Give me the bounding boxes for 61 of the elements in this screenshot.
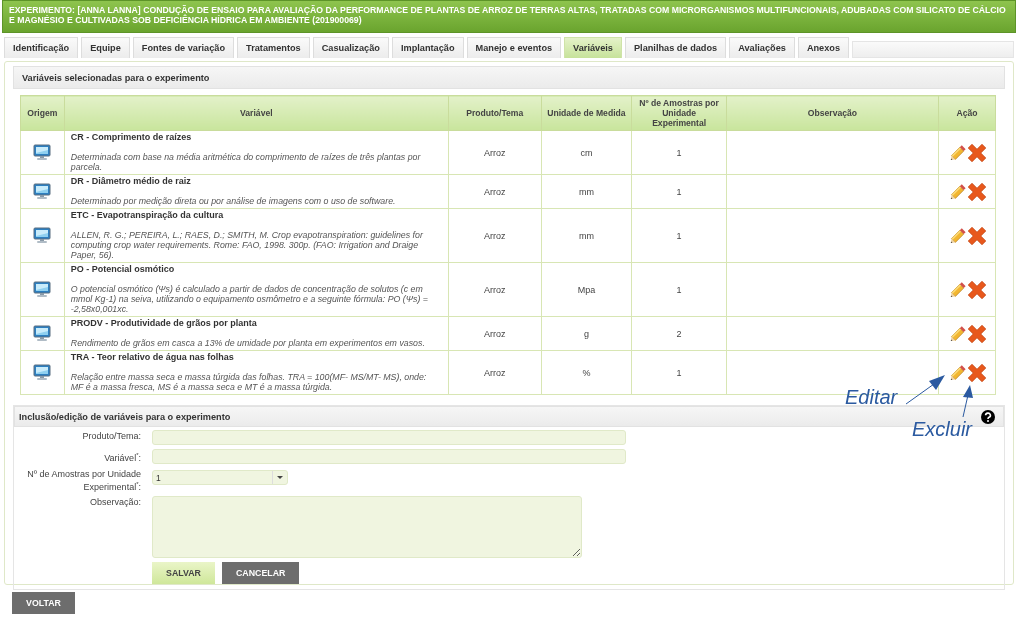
variable-name: PRODV - Produtividade de grãos por planta <box>70 318 258 328</box>
column-header: Nº de Amostras por Unidade Experimental <box>631 95 727 131</box>
table-cell: Mpa <box>541 262 632 317</box>
column-header: Unidade de Medida <box>541 95 632 131</box>
column-header: Ação <box>938 95 996 131</box>
variable-description: Determinada com base na média aritmética do comprimento de raízes de três plantas por parcela. <box>70 152 422 172</box>
section-title: Inclusão/edição de variáveis para o experimento <box>19 412 231 422</box>
table-cell: g <box>541 316 632 351</box>
back-button[interactable]: VOLTAR <box>12 592 75 614</box>
table-cell: Arroz <box>448 208 542 263</box>
tab[interactable]: Equipe <box>81 37 130 58</box>
table-cell: 2 <box>631 316 727 351</box>
field-label: Observação: <box>88 496 141 509</box>
column-header: Variável <box>64 95 449 131</box>
tab[interactable]: Identificação <box>4 37 79 58</box>
table-cell: mm <box>541 208 632 263</box>
column-header: Origem <box>20 95 65 131</box>
variable-name: ETC - Evapotranspiração da cultura <box>70 210 225 220</box>
save-button[interactable]: SALVAR <box>152 562 215 584</box>
table-cell: % <box>541 350 632 395</box>
variable-description: Relação entre massa seca e massa túrgida das folhas. TRA = 100(MF- MS/MT- MS), onde: MF é a massa fresca, MS é a massa seca e MT é a massa túrgida. <box>70 372 428 392</box>
tab[interactable]: Casualização <box>312 37 389 58</box>
field-label: Nº de Amostras por Unidade Experimental$^{*}$: <box>26 468 141 492</box>
table-cell: Arroz <box>448 316 542 351</box>
table-cell: Arroz <box>448 130 542 175</box>
variable-description: O potencial osmótico (Ψs) é calculado a partir de dados de concentração de solutos (c em mmol Kg-1) na seiva, utilizando o equipamento osmômetro e a seguinte fórmula: PO (Ψs) = -2,58x0,001xc. <box>70 284 429 314</box>
tab[interactable]: Tratamentos <box>237 37 310 58</box>
table-cell: mm <box>541 174 632 209</box>
variable-description: Determinado por medição direta ou por análise de imagens com o uso de software. <box>70 196 397 206</box>
table-cell: Arroz <box>448 350 542 395</box>
tab[interactable]: Anexos <box>797 37 850 58</box>
column-header: Produto/Tema <box>448 95 542 131</box>
table-cell: Arroz <box>448 262 542 317</box>
variable-name: PO - Potencial osmótico <box>70 264 176 274</box>
table-cell: 1 <box>631 208 727 263</box>
table-cell: 1 <box>631 350 727 395</box>
tab[interactable]: Avaliações <box>729 37 795 58</box>
table-cell: cm <box>541 130 632 175</box>
tab[interactable]: Manejo e eventos <box>466 37 562 58</box>
tab[interactable]: Planilhas de dados <box>624 37 727 58</box>
variable-name: DR - Diâmetro médio de raiz <box>70 176 192 186</box>
table-cell: 1 <box>631 130 727 175</box>
tab[interactable]: Fontes de variação <box>132 37 235 58</box>
tab[interactable]: Variáveis <box>564 37 622 58</box>
field-label: Variável$^{*}$: <box>103 451 141 464</box>
column-header: Observação <box>726 95 939 131</box>
annotation-label: Editar <box>845 386 898 409</box>
cancel-button[interactable]: CANCELAR <box>222 562 299 584</box>
table-cell: 1 <box>631 262 727 317</box>
dropdown-field[interactable]: 1 <box>152 470 288 485</box>
table-cell: 1 <box>631 174 727 209</box>
variable-description: ALLEN, R. G.; PEREIRA, L.; RAES, D.; SMITH, M. Crop evapotranspiration: guidelines for computing crop water requirements. Rome: FAO, 1998. 300p. (FAO: Irrigation and Draige Paper, 56). <box>70 230 424 260</box>
variable-description: Rendimento de grãos em casca a 13% de umidade por planta em experimentos em vasos. <box>70 338 426 348</box>
annotation-label: Excluir <box>912 418 972 441</box>
section-header: Variáveis selecionadas para o experimento <box>13 66 1005 89</box>
field-label: Produto/Tema: <box>81 430 141 443</box>
variable-name: TRA - Teor relativo de água nas folhas <box>70 352 235 362</box>
experiment-title: EXPERIMENTO: [ANNA LANNA] CONDUÇÃO DE ENSAIO PARA AVALIAÇÃO DA PERFORMANCE DE PLANTAS DE ARROZ DE TERRAS ALTAS, TRATADAS COM MICRORGANISMOS MULTIFUNCIONAIS, ADUBADAS COM SILICATO DE CÁLCIO E MAGNÉSIO E CULTIVADAS SOB DEFICIÊNCIA HÍDRICA EM AMBIENTE (201900069) <box>9 5 1007 25</box>
tab[interactable]: Implantação <box>391 37 464 58</box>
variable-name: CR - Comprimento de raízes <box>70 132 193 142</box>
table-cell: Arroz <box>448 174 542 209</box>
